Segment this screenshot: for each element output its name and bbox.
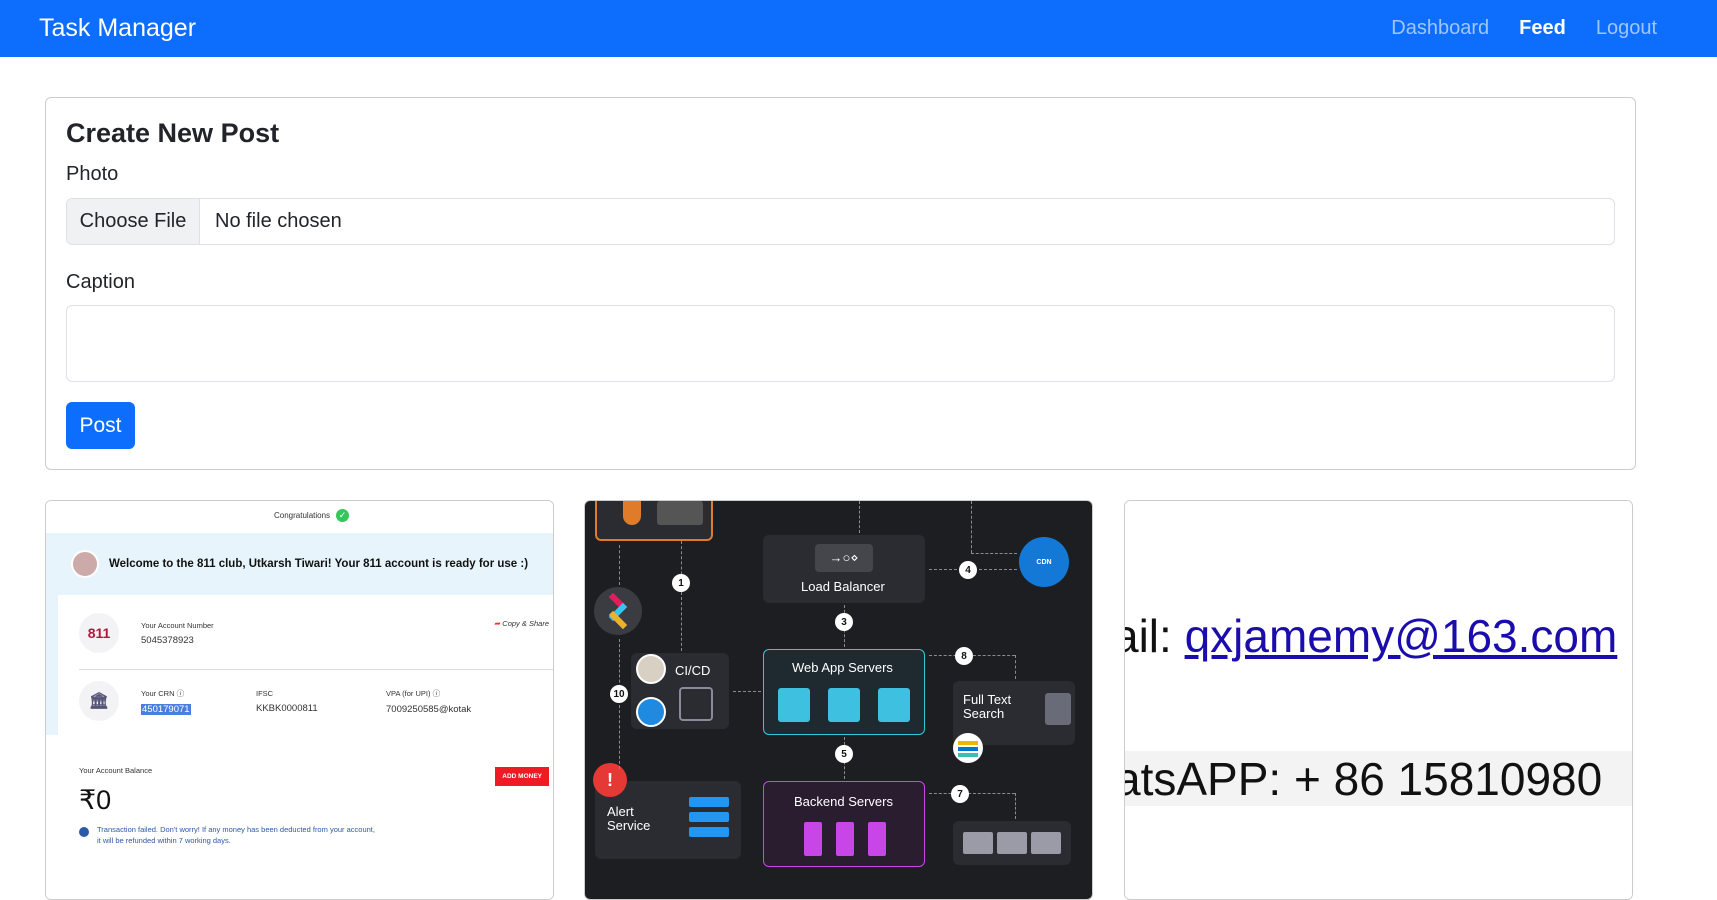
web-app-servers-box: Web App Servers [763, 649, 925, 735]
server-icon [836, 822, 854, 856]
balance-value: ₹0 [79, 785, 112, 815]
help-icon: ⓘ [176, 688, 185, 698]
bank-building-icon: 🏛 [79, 681, 119, 721]
backend-servers-box: Backend Servers [763, 781, 925, 867]
user-icon [623, 501, 641, 525]
cdn-icon: CDN [1019, 537, 1069, 587]
photo-file-input[interactable]: Choose File No file chosen [66, 198, 1615, 245]
search-doc-icon [1045, 693, 1071, 725]
github-icon [636, 697, 666, 727]
alert-icon: ! [593, 763, 627, 797]
envelope-icon [997, 832, 1027, 854]
choose-file-button[interactable]: Choose File [67, 199, 200, 244]
email-line: ail: qxjamemy@163.com [1125, 609, 1618, 663]
post-image: Congratulations ✓ Welcome to the 811 clu… [46, 501, 553, 899]
post-card[interactable]: ail: qxjamemy@163.com atsAPP: + 86 15810… [1124, 500, 1633, 900]
post-card[interactable]: →○⋄ Load Balancer CDN CI/CD Web App Serv… [584, 500, 1093, 900]
backend-servers-label: Backend Servers [794, 794, 893, 809]
server-icon [878, 688, 910, 722]
step-4-badge: 4 [959, 561, 977, 579]
caption-label: Caption [66, 271, 135, 293]
copy-share-text: Copy & Share [502, 619, 549, 628]
server-icon [828, 688, 860, 722]
post-image: ail: qxjamemy@163.com atsAPP: + 86 15810… [1125, 501, 1632, 899]
create-post-title: Create New Post [66, 118, 280, 148]
post-button[interactable]: Post [66, 402, 135, 449]
nav-link-logout[interactable]: Logout [1596, 17, 1657, 40]
welcome-banner: Welcome to the 811 club, Utkarsh Tiwari!… [46, 533, 553, 595]
elastic-icon [953, 733, 983, 763]
envelope-icon [1031, 832, 1061, 854]
nav-link-dashboard[interactable]: Dashboard [1391, 17, 1489, 40]
queue-icon [689, 797, 729, 807]
crn-label: Your CRN [141, 688, 175, 698]
load-balancer-box: →○⋄ Load Balancer [763, 535, 925, 603]
step-7-badge: 7 [951, 785, 969, 803]
message-queue-box [953, 821, 1071, 865]
email-prefix: ail: [1125, 610, 1172, 662]
server-icon [804, 822, 822, 856]
load-balancer-icon: →○⋄ [815, 544, 873, 572]
step-1-badge: 1 [672, 574, 690, 592]
nav-link-feed[interactable]: Feed [1519, 17, 1566, 40]
copy-share-link: ➦ Copy & Share [494, 619, 549, 628]
load-balancer-label: Load Balancer [801, 579, 885, 594]
balance-label: Your Account Balance [79, 766, 153, 775]
file-status-text: No file chosen [215, 210, 342, 232]
info-icon [79, 827, 89, 837]
step-10-badge: 10 [610, 685, 628, 703]
add-money-button: ADD MONEY [495, 767, 549, 786]
account-number-value: 5045378923 [141, 634, 194, 646]
step-8-badge: 8 [955, 647, 973, 665]
ifsc-label: IFSC [256, 688, 274, 698]
help-icon: ⓘ [432, 688, 441, 698]
laptop-icon [657, 501, 703, 525]
ifsc-value: KKBK0000811 [256, 702, 318, 714]
jenkins-icon [636, 654, 666, 684]
alert-service-label: Alert Service [607, 804, 651, 834]
step-3-badge: 3 [835, 613, 853, 631]
caption-textarea[interactable] [66, 305, 1615, 382]
web-app-servers-label: Web App Servers [792, 660, 893, 675]
top-navbar: Task Manager Dashboard Feed Logout [0, 0, 1717, 57]
failure-note-text: Transaction failed. Don't worry! If any … [97, 825, 375, 845]
pipeline-icon [679, 687, 713, 721]
welcome-text: Welcome to the 811 club, Utkarsh Tiwari!… [109, 558, 529, 570]
bank-logo-icon: 811 [79, 613, 119, 653]
crn-value: 450179071 [141, 703, 191, 715]
post-image: →○⋄ Load Balancer CDN CI/CD Web App Serv… [585, 501, 1092, 899]
slack-icon [594, 587, 642, 635]
vpa-value: 7009250585@kotak [386, 703, 472, 715]
vpa-label: VPA (for UPI) [386, 688, 431, 698]
full-text-search-label: Full Text Search [963, 692, 1012, 722]
envelope-icon [963, 832, 993, 854]
server-icon [868, 822, 886, 856]
failure-note: Transaction failed. Don't worry! If any … [79, 825, 379, 846]
post-card[interactable]: Congratulations ✓ Welcome to the 811 clu… [45, 500, 554, 900]
whatsapp-line: atsAPP: + 86 15810980 [1124, 753, 1603, 805]
check-icon: ✓ [336, 509, 350, 522]
congrats-banner: Congratulations ✓ [274, 509, 350, 522]
create-post-card: Create New Post Photo Choose File No fil… [45, 97, 1636, 470]
server-icon [778, 688, 810, 722]
email-link: qxjamemy@163.com [1184, 610, 1618, 662]
cicd-label: CI/CD [675, 663, 711, 678]
congrats-text: Congratulations [274, 511, 331, 520]
nav-links: Dashboard Feed Logout [1391, 17, 1657, 40]
photo-label: Photo [66, 163, 119, 185]
account-number-label: Your Account Number [141, 620, 214, 630]
brand-title[interactable]: Task Manager [39, 14, 196, 43]
step-5-badge: 5 [835, 745, 853, 763]
avatar [71, 550, 99, 578]
